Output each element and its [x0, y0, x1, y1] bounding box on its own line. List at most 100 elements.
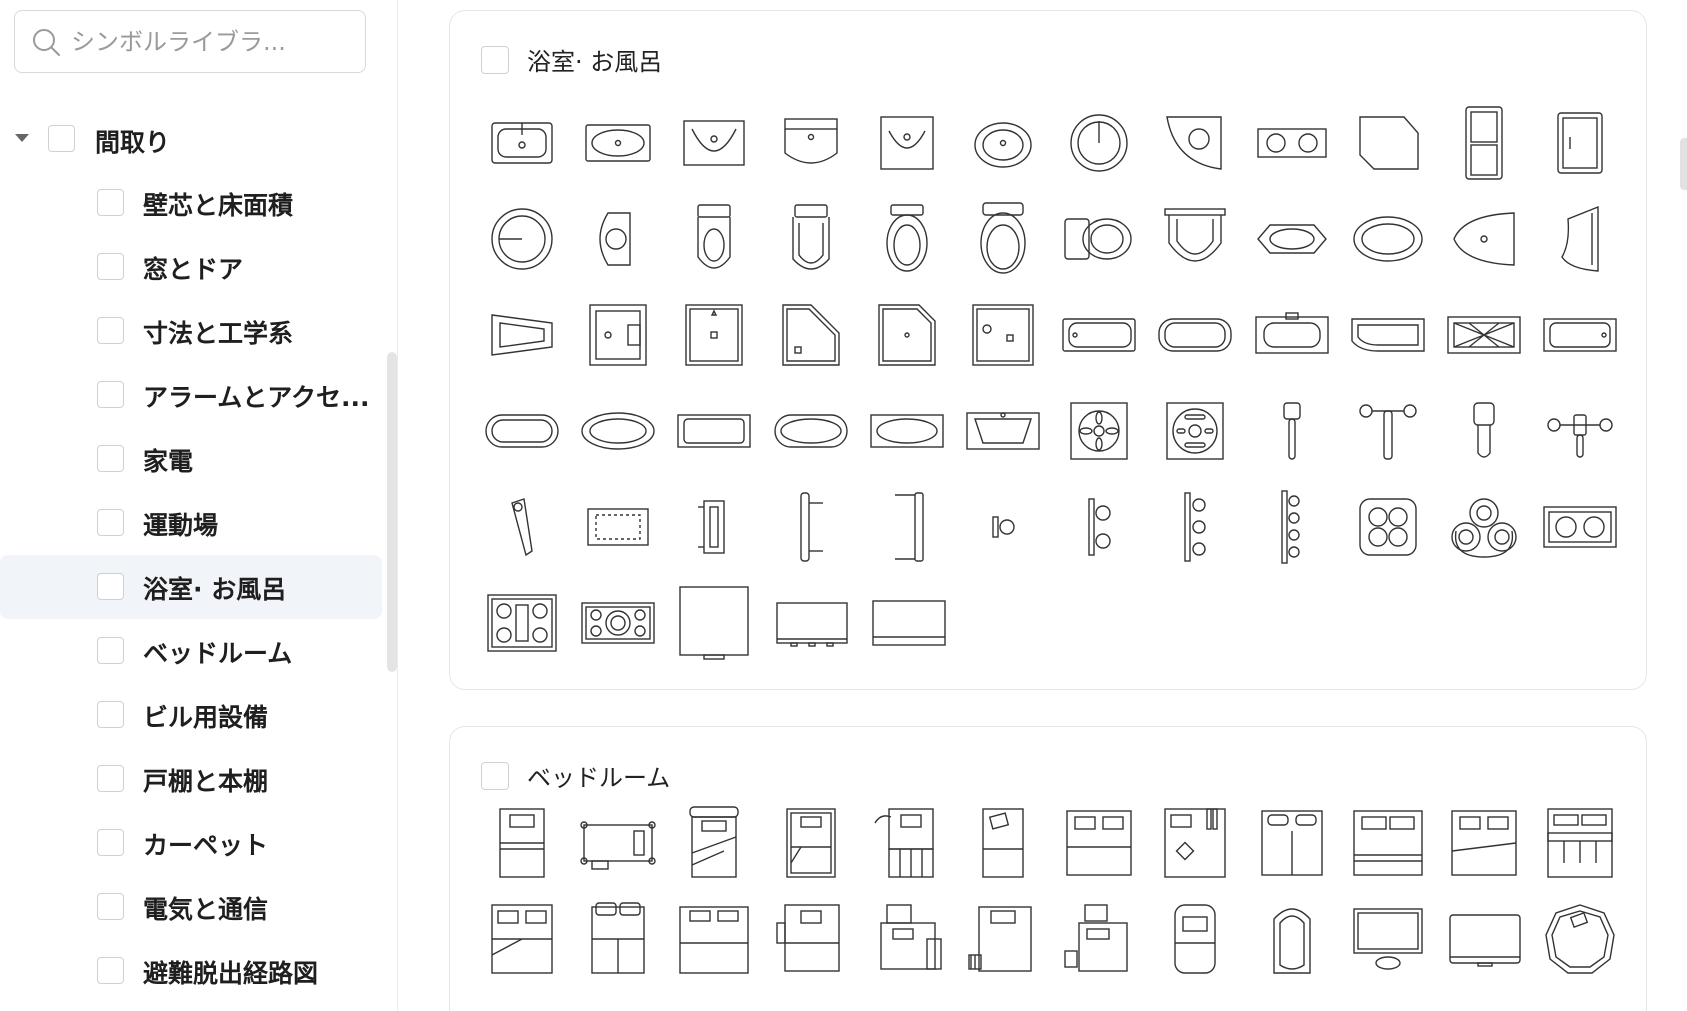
toilet-alt-icon[interactable]	[763, 191, 859, 287]
bathtub-mat-icon[interactable]	[1436, 287, 1532, 383]
sidebar-scrollbar[interactable]	[387, 352, 397, 672]
cooktop-double-icon[interactable]	[1532, 479, 1628, 575]
panel-checkbox[interactable]	[481, 761, 509, 790]
checkbox[interactable]	[97, 445, 124, 472]
bed-wide-alt-icon[interactable]	[1436, 795, 1532, 891]
checkbox[interactable]	[97, 957, 124, 984]
bathtub-alt-icon[interactable]	[1532, 287, 1628, 383]
hook-single-icon[interactable]	[955, 479, 1051, 575]
bath-oval-icon[interactable]	[1340, 191, 1436, 287]
bathtub-icon[interactable]	[1051, 287, 1147, 383]
towel-bar-long-icon[interactable]	[859, 479, 955, 575]
bed-king-icon[interactable]	[666, 891, 762, 987]
bed-narrow-icon[interactable]	[955, 795, 1051, 891]
sink-circle-icon[interactable]	[1051, 95, 1147, 191]
faucet-icon[interactable]	[1244, 383, 1340, 479]
caret-down-icon[interactable]	[15, 134, 29, 142]
tree-item[interactable]: 窓とドア	[0, 235, 382, 299]
sink-corner-icon[interactable]	[1147, 95, 1243, 191]
toilet-icon[interactable]	[666, 191, 762, 287]
bathtub-jet-icon[interactable]	[1244, 287, 1340, 383]
faucet-lever-icon[interactable]	[474, 479, 570, 575]
sink-angled-icon[interactable]	[1340, 95, 1436, 191]
cooktop-quad-icon[interactable]	[1340, 479, 1436, 575]
towel-bar-short-icon[interactable]	[666, 479, 762, 575]
panel-checkbox[interactable]	[481, 45, 509, 74]
bed-double-pillows-icon[interactable]	[570, 891, 666, 987]
tree-item[interactable]: 壁芯と床面積	[0, 171, 382, 235]
search-box[interactable]	[14, 10, 366, 73]
checkbox[interactable]	[97, 765, 124, 792]
sink-circle-large-icon[interactable]	[474, 191, 570, 287]
checkbox[interactable]	[97, 189, 124, 216]
tree-item[interactable]: 電気と通信	[0, 875, 382, 939]
tree-item[interactable]: 避難脱出経路図	[0, 939, 382, 1003]
bed-twin-icon[interactable]	[474, 891, 570, 987]
drain-grate-icon[interactable]	[1147, 383, 1243, 479]
cooktop-grill-icon[interactable]	[474, 575, 570, 671]
desk-monitor-icon[interactable]	[1436, 891, 1532, 987]
bath-mat-icon[interactable]	[570, 479, 666, 575]
bed-wide-icon[interactable]	[1340, 795, 1436, 891]
bathtub-whirlpool-icon[interactable]	[955, 383, 1051, 479]
bed-bunk-icon[interactable]	[763, 795, 859, 891]
tree-item[interactable]: 寸法と工学系	[0, 299, 382, 363]
tree-item[interactable]: カーペット	[0, 811, 382, 875]
urinal-icon[interactable]	[1532, 191, 1628, 287]
sink-double-icon[interactable]	[1244, 95, 1340, 191]
bed-frame-icon[interactable]	[570, 795, 666, 891]
sink-oval-icon[interactable]	[570, 95, 666, 191]
table-round-icon[interactable]	[1532, 891, 1628, 987]
shower-stall-icon[interactable]	[570, 287, 666, 383]
cabinet-single-icon[interactable]	[1532, 95, 1628, 191]
sink-vessel-icon[interactable]	[666, 95, 762, 191]
sink-round-icon[interactable]	[955, 95, 1051, 191]
drain-flower-icon[interactable]	[1051, 383, 1147, 479]
search-input[interactable]	[71, 27, 351, 56]
bed-queen-icon[interactable]	[1244, 795, 1340, 891]
bath-octagon-icon[interactable]	[1244, 191, 1340, 287]
bed-desk-icon[interactable]	[859, 891, 955, 987]
towel-bar-icon[interactable]	[763, 479, 859, 575]
bed-chair-icon[interactable]	[1051, 891, 1147, 987]
tree-item[interactable]: 戸棚と本棚	[0, 747, 382, 811]
bathtub-oval-alt-icon[interactable]	[859, 383, 955, 479]
bathtub-curved-icon[interactable]	[1340, 287, 1436, 383]
toilet-round-icon[interactable]	[955, 191, 1051, 287]
tree-item[interactable]: アラームとアクセ...	[0, 363, 382, 427]
shower-angled-icon[interactable]	[763, 287, 859, 383]
sink-square-icon[interactable]	[859, 95, 955, 191]
checkbox[interactable]	[97, 573, 124, 600]
tree-item[interactable]: ビル用設備	[0, 683, 382, 747]
bed-cluttered-icon[interactable]	[1147, 795, 1243, 891]
bathtub-straight-icon[interactable]	[666, 383, 762, 479]
checkbox[interactable]	[97, 893, 124, 920]
bed-double-icon[interactable]	[1051, 795, 1147, 891]
checkbox[interactable]	[97, 829, 124, 856]
hook-quad-icon[interactable]	[1244, 479, 1340, 575]
bed-rounded-icon[interactable]	[1147, 891, 1243, 987]
toilet-side-icon[interactable]	[1051, 191, 1147, 287]
bathtub-rounded-icon[interactable]	[474, 383, 570, 479]
bed-slanted-icon[interactable]	[666, 795, 762, 891]
checkbox[interactable]	[97, 381, 124, 408]
tree-item[interactable]: 浴室· お風呂	[0, 555, 382, 619]
bathtub-capsule-icon[interactable]	[763, 383, 859, 479]
tree-item[interactable]: 運動場	[0, 491, 382, 555]
tv-stand-icon[interactable]	[1340, 891, 1436, 987]
panel-collapse-handle[interactable]	[1680, 138, 1687, 190]
faucet-single-icon[interactable]	[1436, 383, 1532, 479]
toilet-oval-icon[interactable]	[859, 191, 955, 287]
counter-wide-icon[interactable]	[859, 575, 955, 671]
faucet-double-icon[interactable]	[1532, 383, 1628, 479]
bed-nightstand-icon[interactable]	[763, 891, 859, 987]
bed-storage-icon[interactable]	[1532, 795, 1628, 891]
bidet-icon[interactable]	[1147, 191, 1243, 287]
sink-wall-icon[interactable]	[763, 95, 859, 191]
checkbox[interactable]	[97, 317, 124, 344]
bed-oval-icon[interactable]	[1244, 891, 1340, 987]
bath-corner-icon[interactable]	[1436, 191, 1532, 287]
shower-drain-icon[interactable]	[955, 287, 1051, 383]
bed-table-icon[interactable]	[859, 795, 955, 891]
shower-square-icon[interactable]	[666, 287, 762, 383]
